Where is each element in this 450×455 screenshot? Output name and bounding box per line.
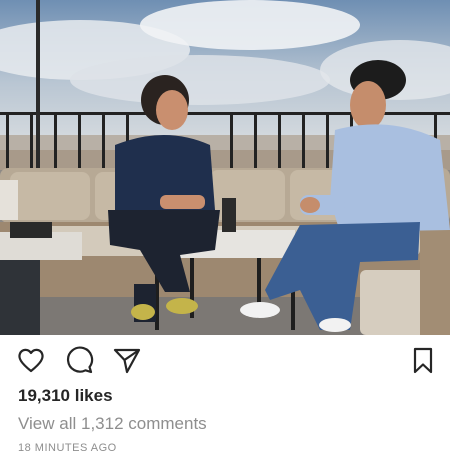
bookmark-icon[interactable]: [408, 345, 438, 375]
paper-plane-icon[interactable]: [112, 345, 142, 375]
post-timestamp: 18 MINUTES AGO: [18, 442, 117, 454]
view-comments-link[interactable]: View all 1,312 comments: [18, 414, 207, 434]
post-action-bar: [0, 335, 450, 383]
post-photo[interactable]: [0, 0, 450, 335]
comment-icon[interactable]: [64, 345, 94, 375]
heart-icon[interactable]: [16, 345, 46, 375]
likes-count[interactable]: 19,310 likes: [18, 386, 113, 406]
